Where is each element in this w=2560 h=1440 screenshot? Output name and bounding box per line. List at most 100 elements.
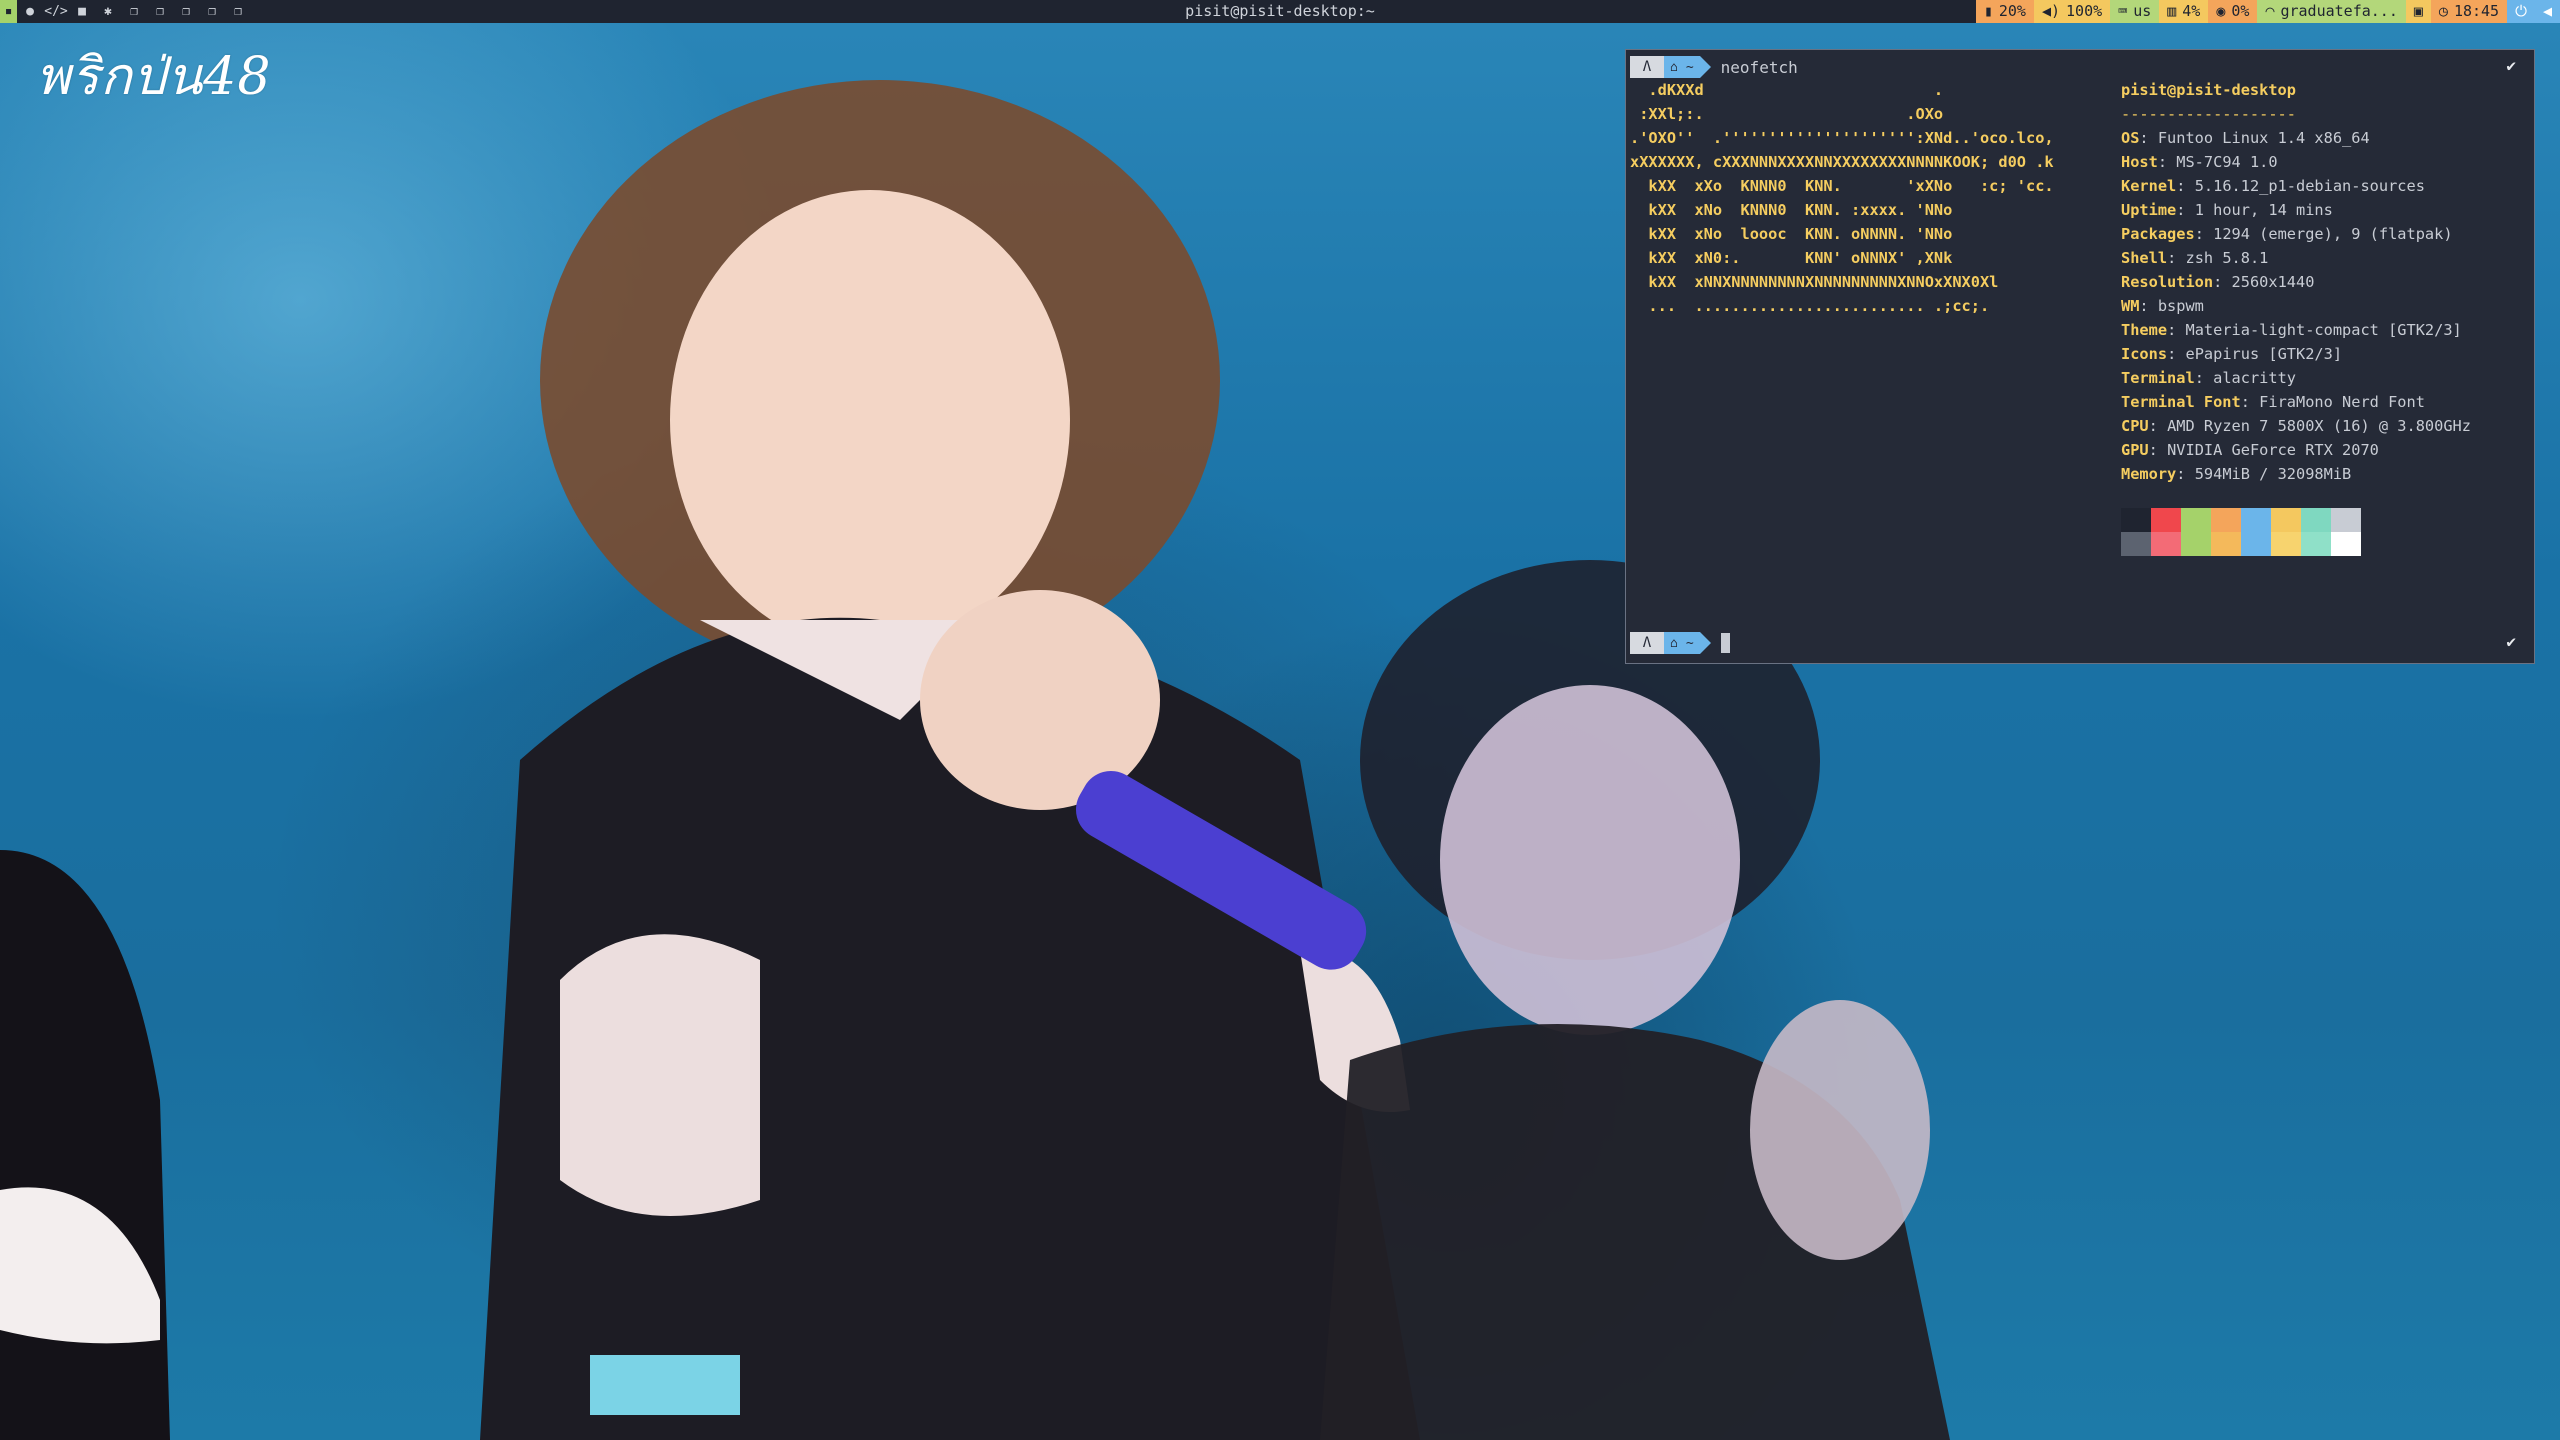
info-row-host: Host: MS-7C94 1.0 [2121, 150, 2471, 174]
status-brightness[interactable]: ▮ 20% [1975, 0, 2034, 23]
info-key: Kernel [2121, 177, 2177, 195]
cpu-icon: ◉ [2216, 2, 2226, 20]
workspace-9-window-icon[interactable]: ❐ [199, 0, 225, 23]
palette-swatch [2181, 508, 2211, 532]
clock-icon: ◷ [2438, 2, 2448, 20]
brightness-icon: ▮ [1983, 2, 1993, 20]
info-key: Theme [2121, 321, 2168, 339]
info-value: 1294 (emerge), 9 (flatpak) [2213, 225, 2453, 243]
info-key: WM [2121, 297, 2140, 315]
memory-icon: ▥ [2167, 2, 2177, 20]
info-row-kernel: Kernel: 5.16.12_p1-debian-sources [2121, 174, 2471, 198]
info-value: alacritty [2213, 369, 2296, 387]
brightness-value: 20% [1998, 2, 2026, 20]
info-colon: : [2139, 129, 2158, 147]
text-cursor[interactable] [1720, 633, 1730, 653]
prompt-line-1: Λ ⌂ ~ neofetch [1630, 56, 1798, 78]
workspace-8-window-icon[interactable]: ❐ [173, 0, 199, 23]
workspace-10-window-icon[interactable]: ❐ [225, 0, 251, 23]
palette-swatch [2241, 532, 2271, 556]
status-volume[interactable]: ◀) 100% [2033, 0, 2111, 23]
ascii-line: kXX xXo KNNN0 KNN. 'xXNo :c; 'cc. [1630, 177, 2054, 195]
info-colon: : [2167, 345, 2186, 363]
palette-swatch [2211, 508, 2241, 532]
palette-row [2121, 508, 2363, 532]
wifi-icon: ◠ [2265, 2, 2275, 20]
status-clock[interactable]: ◷ 18:45 [2430, 0, 2508, 23]
cwd-segment: ⌂ ~ [1664, 56, 1700, 78]
info-row-memory: Memory: 594MiB / 32098MiB [2121, 462, 2471, 486]
info-key: OS [2121, 129, 2140, 147]
status-tray: ▮ 20% ◀) 100% ⌨ us ▥ 4% ◉ 0% ◠ graduatefa... ▣ ◷ 18:45… [1975, 0, 2560, 23]
status-wifi[interactable]: ◠ graduatefa... [2257, 0, 2406, 23]
memory-value: 4% [2182, 2, 2201, 20]
palette-swatch [2211, 532, 2241, 556]
info-row-icons: Icons: ePapirus [GTK2/3] [2121, 342, 2471, 366]
ascii-line: :XXl;:. .OXo [1630, 105, 1944, 123]
info-colon: : [2176, 201, 2195, 219]
focused-window-title: pisit@pisit-desktop:~ [1185, 2, 1375, 20]
status-sound[interactable]: ◀ [2534, 0, 2560, 23]
status-memory[interactable]: ▥ 4% [2159, 0, 2209, 23]
info-row-terminal: Terminal: alacritty [2121, 366, 2471, 390]
info-value: 1 hour, 14 mins [2194, 201, 2333, 219]
palette-swatch [2241, 508, 2271, 532]
ascii-line: xXXXXXX, cXXXNNNXXXXNNXXXXXXXXNNNNKOOK; … [1630, 153, 2054, 171]
cpu-value: 0% [2231, 2, 2250, 20]
status-power[interactable]: ⏻ [2507, 0, 2535, 23]
info-colon: : [2167, 249, 2186, 267]
prompt-line-2[interactable]: Λ ⌂ ~ [1630, 632, 1730, 654]
info-row-resolution: Resolution: 2560x1440 [2121, 270, 2471, 294]
palette-row [2121, 532, 2363, 556]
layout-icon: ▣ [2413, 2, 2423, 20]
status-layout[interactable]: ▣ [2405, 0, 2431, 23]
info-colon: : [2240, 393, 2260, 411]
info-colon: : [2148, 417, 2168, 435]
status-cpu[interactable]: ◉ 0% [2208, 0, 2258, 23]
info-key: Shell [2121, 249, 2168, 267]
info-value: 5.16.12_p1-debian-sources [2194, 177, 2425, 195]
keyboard-value: us [2133, 2, 2152, 20]
info-value: AMD Ryzen 7 5800X (16) @ 3.800GHz [2167, 417, 2471, 435]
workspace-2-firefox-icon[interactable]: ● [17, 0, 43, 23]
ascii-line: kXX xN0:. KNN' oNNNX' ,XNk [1630, 249, 1953, 267]
info-colon: : [2194, 225, 2214, 243]
status-check-icon: ✔ [2506, 632, 2516, 651]
ascii-line: .dKXXd . [1630, 81, 1944, 99]
info-key: Resolution [2121, 273, 2214, 291]
status-check-icon: ✔ [2506, 56, 2516, 75]
workspace-3-code-icon[interactable]: </> [43, 0, 69, 23]
info-value: zsh 5.8.1 [2185, 249, 2269, 267]
volume-icon: ◀) [2041, 2, 2061, 20]
info-value: Materia-light-compact [GTK2/3] [2185, 321, 2462, 339]
status-keyboard[interactable]: ⌨ us [2110, 0, 2160, 23]
ascii-line: kXX xNNXNNNNNNNNXNNNNNNNNNXNNOxXNX0Xl [1630, 273, 1999, 291]
palette-swatch [2151, 532, 2181, 556]
info-row-theme: Theme: Materia-light-compact [GTK2/3] [2121, 318, 2471, 342]
info-value: 594MiB / 32098MiB [2194, 465, 2352, 483]
info-row-shell: Shell: zsh 5.8.1 [2121, 246, 2471, 270]
workspace-5-settings-icon[interactable]: ✱ [95, 0, 121, 23]
palette-swatch [2151, 508, 2181, 532]
workspace-7-window-icon[interactable]: ❐ [147, 0, 173, 23]
powerline-arrow [1699, 56, 1711, 78]
cwd-path: ~ [1685, 59, 1694, 75]
palette-swatch [2121, 532, 2151, 556]
info-key: CPU [2121, 417, 2149, 435]
ascii-line: ... ......................... .;cc;. [1630, 297, 1990, 315]
info-key: GPU [2121, 441, 2149, 459]
terminal-window[interactable]: Λ ⌂ ~ neofetch ✔ .dKXXd . :XXl;:. .OXo .'… [1625, 49, 2535, 664]
info-key: Memory [2121, 465, 2177, 483]
palette-swatch [2301, 532, 2331, 556]
home-icon: ⌂ [1670, 59, 1678, 75]
sound-icon: ◀ [2542, 2, 2552, 20]
palette-swatch [2271, 508, 2301, 532]
workspace-6-window-icon[interactable]: ❐ [121, 0, 147, 23]
palette-swatch [2331, 532, 2361, 556]
info-key: Host [2121, 153, 2158, 171]
info-colon: : [2167, 321, 2186, 339]
workspace-4-media-icon[interactable]: ■ [69, 0, 95, 23]
info-row-terminal-font: Terminal Font: FiraMono Nerd Font [2121, 390, 2471, 414]
palette-swatch [2331, 508, 2361, 532]
workspace-1-terminal-square-icon[interactable]: ▪ [0, 0, 17, 23]
